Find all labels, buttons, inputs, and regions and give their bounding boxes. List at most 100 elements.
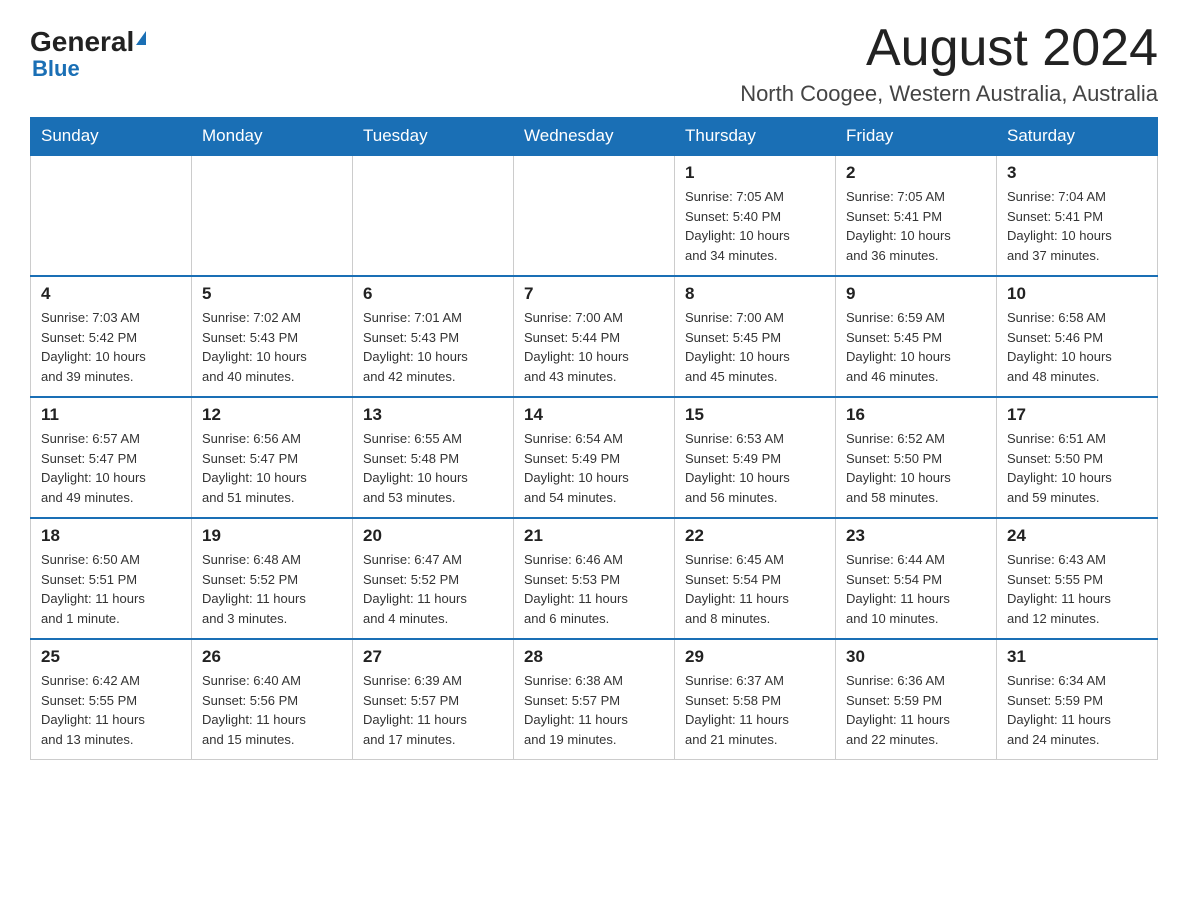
calendar-cell: 30Sunrise: 6:36 AM Sunset: 5:59 PM Dayli… — [836, 639, 997, 760]
day-info: Sunrise: 6:37 AM Sunset: 5:58 PM Dayligh… — [685, 671, 825, 749]
day-number: 16 — [846, 405, 986, 425]
day-info: Sunrise: 7:05 AM Sunset: 5:41 PM Dayligh… — [846, 187, 986, 265]
page-header: General Blue August 2024 North Coogee, W… — [30, 20, 1158, 107]
month-title: August 2024 — [740, 20, 1158, 77]
calendar-cell: 17 Sunrise: 6:51 AM Sunset: 5:50 PM Dayli… — [997, 397, 1158, 518]
calendar-cell: 24 Sunrise: 6:43 AM Sunset: 5:55 PM Dayli… — [997, 518, 1158, 639]
day-number: 21 — [524, 526, 664, 546]
day-info: Sunrise: 6:50 AM Sunset: 5:51 PM Dayligh… — [41, 550, 181, 628]
calendar-cell: 31Sunrise: 6:34 AM Sunset: 5:59 PM Dayli… — [997, 639, 1158, 760]
calendar-cell: 27 Sunrise: 6:39 AM Sunset: 5:57 PM Dayli… — [353, 639, 514, 760]
title-block: August 2024 North Coogee, Western Austra… — [740, 20, 1158, 107]
calendar-cell: 26 Sunrise: 6:40 AM Sunset: 5:56 PM Dayli… — [192, 639, 353, 760]
day-number: 3 — [1007, 163, 1147, 183]
calendar-cell: 12 Sunrise: 6:56 AM Sunset: 5:47 PM Dayli… — [192, 397, 353, 518]
day-info: Sunrise: 6:55 AM Sunset: 5:48 PM Dayligh… — [363, 429, 503, 507]
day-number: 14 — [524, 405, 664, 425]
logo-blue-text: Blue — [32, 56, 80, 82]
day-info: Sunrise: 6:53 AM Sunset: 5:49 PM Dayligh… — [685, 429, 825, 507]
calendar-cell: 10Sunrise: 6:58 AM Sunset: 5:46 PM Dayli… — [997, 276, 1158, 397]
day-info: Sunrise: 6:59 AM Sunset: 5:45 PM Dayligh… — [846, 308, 986, 386]
day-number: 6 — [363, 284, 503, 304]
col-header-friday: Friday — [836, 118, 997, 156]
day-number: 18 — [41, 526, 181, 546]
calendar-cell — [31, 155, 192, 276]
day-number: 10 — [1007, 284, 1147, 304]
calendar-cell: 8Sunrise: 7:00 AM Sunset: 5:45 PM Daylig… — [675, 276, 836, 397]
day-number: 4 — [41, 284, 181, 304]
calendar-cell: 11 Sunrise: 6:57 AM Sunset: 5:47 PM Dayli… — [31, 397, 192, 518]
logo: General Blue — [30, 28, 146, 82]
calendar-cell: 22 Sunrise: 6:45 AM Sunset: 5:54 PM Dayli… — [675, 518, 836, 639]
day-number: 11 — [41, 405, 181, 425]
calendar-cell: 13Sunrise: 6:55 AM Sunset: 5:48 PM Dayli… — [353, 397, 514, 518]
calendar-cell — [514, 155, 675, 276]
day-number: 27 — [363, 647, 503, 667]
calendar-cell: 3Sunrise: 7:04 AM Sunset: 5:41 PM Daylig… — [997, 155, 1158, 276]
calendar-cell: 19 Sunrise: 6:48 AM Sunset: 5:52 PM Dayli… — [192, 518, 353, 639]
day-info: Sunrise: 7:00 AM Sunset: 5:44 PM Dayligh… — [524, 308, 664, 386]
calendar-cell: 7 Sunrise: 7:00 AM Sunset: 5:44 PM Daylig… — [514, 276, 675, 397]
day-number: 24 — [1007, 526, 1147, 546]
calendar-cell: 5Sunrise: 7:02 AM Sunset: 5:43 PM Daylig… — [192, 276, 353, 397]
calendar-cell: 4 Sunrise: 7:03 AM Sunset: 5:42 PM Daylig… — [31, 276, 192, 397]
calendar-cell: 14 Sunrise: 6:54 AM Sunset: 5:49 PM Dayli… — [514, 397, 675, 518]
calendar-header-row: SundayMondayTuesdayWednesdayThursdayFrid… — [31, 118, 1158, 156]
day-number: 17 — [1007, 405, 1147, 425]
day-info: Sunrise: 6:54 AM Sunset: 5:49 PM Dayligh… — [524, 429, 664, 507]
calendar-week-4: 18 Sunrise: 6:50 AM Sunset: 5:51 PM Dayli… — [31, 518, 1158, 639]
day-number: 1 — [685, 163, 825, 183]
calendar-week-1: 1Sunrise: 7:05 AM Sunset: 5:40 PM Daylig… — [31, 155, 1158, 276]
day-info: Sunrise: 7:00 AM Sunset: 5:45 PM Dayligh… — [685, 308, 825, 386]
calendar-cell: 21Sunrise: 6:46 AM Sunset: 5:53 PM Dayli… — [514, 518, 675, 639]
day-info: Sunrise: 6:40 AM Sunset: 5:56 PM Dayligh… — [202, 671, 342, 749]
day-number: 26 — [202, 647, 342, 667]
day-number: 23 — [846, 526, 986, 546]
calendar-week-3: 11 Sunrise: 6:57 AM Sunset: 5:47 PM Dayli… — [31, 397, 1158, 518]
day-info: Sunrise: 6:44 AM Sunset: 5:54 PM Dayligh… — [846, 550, 986, 628]
day-info: Sunrise: 6:52 AM Sunset: 5:50 PM Dayligh… — [846, 429, 986, 507]
day-number: 12 — [202, 405, 342, 425]
calendar-cell: 29 Sunrise: 6:37 AM Sunset: 5:58 PM Dayli… — [675, 639, 836, 760]
day-info: Sunrise: 7:03 AM Sunset: 5:42 PM Dayligh… — [41, 308, 181, 386]
logo-triangle-icon — [136, 31, 146, 45]
logo-general-text: General — [30, 28, 134, 56]
calendar-table: SundayMondayTuesdayWednesdayThursdayFrid… — [30, 117, 1158, 760]
day-info: Sunrise: 6:47 AM Sunset: 5:52 PM Dayligh… — [363, 550, 503, 628]
calendar-cell — [353, 155, 514, 276]
day-number: 20 — [363, 526, 503, 546]
day-number: 19 — [202, 526, 342, 546]
location-title: North Coogee, Western Australia, Austral… — [740, 81, 1158, 107]
day-info: Sunrise: 7:02 AM Sunset: 5:43 PM Dayligh… — [202, 308, 342, 386]
calendar-cell: 15 Sunrise: 6:53 AM Sunset: 5:49 PM Dayli… — [675, 397, 836, 518]
col-header-sunday: Sunday — [31, 118, 192, 156]
calendar-cell: 20 Sunrise: 6:47 AM Sunset: 5:52 PM Dayli… — [353, 518, 514, 639]
col-header-saturday: Saturday — [997, 118, 1158, 156]
calendar-cell: 16 Sunrise: 6:52 AM Sunset: 5:50 PM Dayli… — [836, 397, 997, 518]
day-number: 29 — [685, 647, 825, 667]
calendar-cell: 18 Sunrise: 6:50 AM Sunset: 5:51 PM Dayli… — [31, 518, 192, 639]
calendar-cell: 2Sunrise: 7:05 AM Sunset: 5:41 PM Daylig… — [836, 155, 997, 276]
day-info: Sunrise: 6:45 AM Sunset: 5:54 PM Dayligh… — [685, 550, 825, 628]
day-info: Sunrise: 6:57 AM Sunset: 5:47 PM Dayligh… — [41, 429, 181, 507]
calendar-cell: 9 Sunrise: 6:59 AM Sunset: 5:45 PM Daylig… — [836, 276, 997, 397]
day-info: Sunrise: 6:48 AM Sunset: 5:52 PM Dayligh… — [202, 550, 342, 628]
day-number: 9 — [846, 284, 986, 304]
day-number: 25 — [41, 647, 181, 667]
calendar-week-2: 4 Sunrise: 7:03 AM Sunset: 5:42 PM Daylig… — [31, 276, 1158, 397]
calendar-cell: 23 Sunrise: 6:44 AM Sunset: 5:54 PM Dayli… — [836, 518, 997, 639]
day-info: Sunrise: 6:42 AM Sunset: 5:55 PM Dayligh… — [41, 671, 181, 749]
day-number: 15 — [685, 405, 825, 425]
calendar-week-5: 25 Sunrise: 6:42 AM Sunset: 5:55 PM Dayli… — [31, 639, 1158, 760]
day-info: Sunrise: 6:43 AM Sunset: 5:55 PM Dayligh… — [1007, 550, 1147, 628]
calendar-cell: 28 Sunrise: 6:38 AM Sunset: 5:57 PM Dayli… — [514, 639, 675, 760]
day-info: Sunrise: 6:39 AM Sunset: 5:57 PM Dayligh… — [363, 671, 503, 749]
day-number: 28 — [524, 647, 664, 667]
day-info: Sunrise: 6:51 AM Sunset: 5:50 PM Dayligh… — [1007, 429, 1147, 507]
day-number: 7 — [524, 284, 664, 304]
col-header-wednesday: Wednesday — [514, 118, 675, 156]
day-number: 30 — [846, 647, 986, 667]
day-info: Sunrise: 6:38 AM Sunset: 5:57 PM Dayligh… — [524, 671, 664, 749]
day-number: 22 — [685, 526, 825, 546]
day-info: Sunrise: 6:56 AM Sunset: 5:47 PM Dayligh… — [202, 429, 342, 507]
